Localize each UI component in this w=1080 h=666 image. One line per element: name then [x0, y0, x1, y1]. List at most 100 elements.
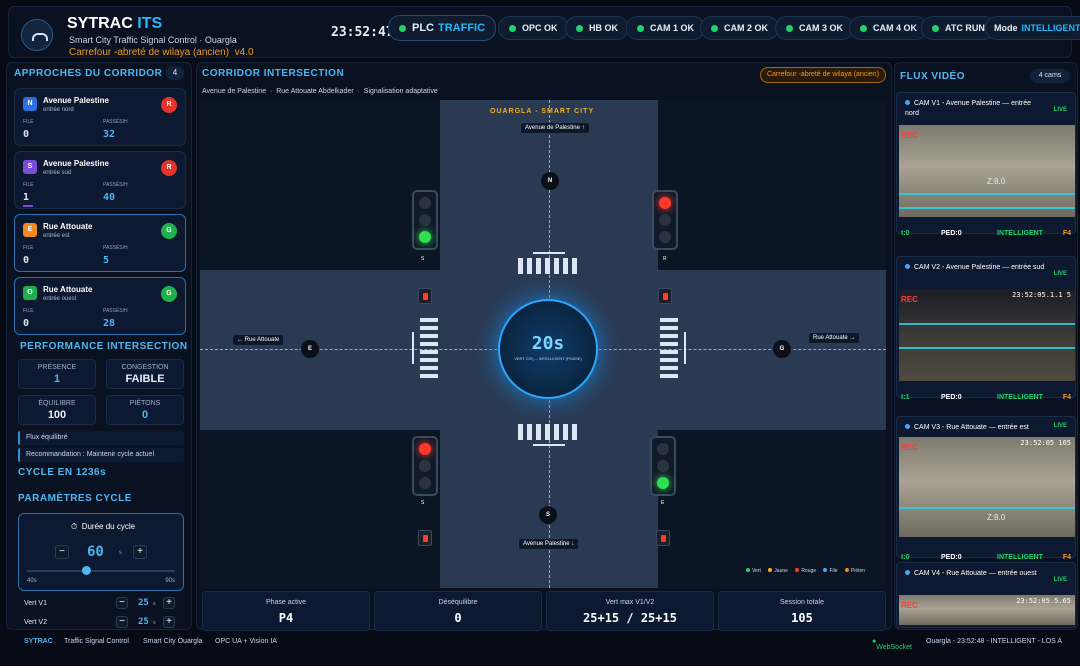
rec-indicator: REC [901, 443, 918, 452]
vert-v1-minus-button[interactable]: − [116, 597, 128, 609]
pass-label: PASSÉS/H [103, 182, 128, 188]
site-name: Carrefour -abreté de wilaya (ancien) v4.… [69, 47, 254, 58]
node-g[interactable]: G [773, 340, 791, 358]
cycle-plus-button[interactable]: + [133, 545, 147, 559]
camera-feed-2[interactable]: CAM V2 - Avenue Palestine — entrée sud L… [896, 256, 1076, 401]
status-dot-icon [786, 24, 793, 32]
timer-icon: ⏱ [71, 522, 78, 531]
file-value: 0 [23, 129, 30, 140]
file-label: FILE [23, 119, 34, 125]
kpi-equilibre: ÉQUILIBRE 100 [18, 395, 96, 425]
intersection-map: OUARGLA - SMART CITY Avenue de Palestine… [200, 100, 886, 588]
cam1-status-pill[interactable]: CAM 1 OK [626, 16, 706, 40]
params-title: PARAMÈTRES CYCLE [18, 493, 132, 504]
cam3-status-pill[interactable]: CAM 3 OK [775, 16, 855, 40]
breadcrumb-item[interactable]: Signalisation adaptative [364, 88, 438, 95]
approach-card-north[interactable]: N Avenue Palestine entrée nord R FILE PA… [14, 88, 186, 146]
brand-subtitle: Smart City Traffic Signal Control · Ouar… [69, 35, 237, 45]
approach-card-west[interactable]: O Rue Attouate entrée ouest G FILE PASSÉ… [14, 277, 186, 335]
breadcrumb-item[interactable]: Rue Attouate Abdelkader [276, 88, 353, 95]
approach-card-south[interactable]: S Avenue Palestine entrée sud R FILE PAS… [14, 151, 186, 209]
crosswalk-east [660, 318, 678, 380]
cam2-status-pill[interactable]: CAM 2 OK [700, 16, 780, 40]
cycle-slider-track[interactable] [27, 570, 175, 572]
cycle-duration-card: ⏱ Durée du cycle − 60 s + 40s 90s [18, 513, 184, 591]
cycle-slider-knob[interactable] [82, 566, 92, 575]
node-east[interactable]: E [301, 340, 319, 358]
opc-status-pill[interactable]: OPC OK [498, 16, 569, 40]
status-dot-icon [932, 24, 939, 32]
node-south[interactable]: S [539, 506, 557, 524]
status-dot-icon [509, 24, 516, 32]
hb-status-pill[interactable]: HB OK [565, 16, 629, 40]
vert-v2-minus-button[interactable]: − [116, 616, 128, 628]
detection-line [899, 347, 1075, 349]
approach-name: Avenue Palestine [43, 96, 109, 105]
slider-max-label: 90s [165, 578, 175, 584]
vert-v2-unit: s [153, 620, 156, 626]
camera-image: REC Z:8.0 [899, 125, 1075, 217]
camera-timestamp: 23:52:05.5.65 [1016, 597, 1071, 605]
vert-v1-plus-button[interactable]: + [163, 597, 175, 609]
stop-line [684, 332, 686, 364]
live-badge: LIVE [1053, 271, 1067, 277]
rec-indicator: REC [901, 295, 918, 304]
stat-desequilibre: Déséquilibre 0 [374, 591, 542, 631]
kpi-pietons: PIÉTONS 0 [106, 395, 184, 425]
traffic-light-north-east[interactable] [652, 190, 678, 250]
pedestrian-signal-icon [658, 288, 672, 304]
camera-feed-3[interactable]: CAM V3 - Rue Attouate — entrée est LIVE … [896, 416, 1076, 561]
approach-desc: entrée ouest [43, 296, 77, 302]
approach-state-badge: G [161, 223, 177, 239]
pass-label: PASSÉS/H [103, 119, 128, 125]
footer-status: Ouargla - 23:52:48 - INTELLIGENT - LOS A [926, 638, 1063, 645]
slider-min-label: 40s [27, 578, 37, 584]
cycle-value: 60 [87, 544, 104, 560]
signal-tag: S [421, 500, 425, 506]
vert-v1-label: Vert V1 [24, 600, 47, 607]
camera-feed-4[interactable]: CAM V4 - Rue Attouate — entrée ouest LIV… [896, 562, 1076, 628]
pass-label: PASSÉS/H [103, 245, 128, 251]
clock: 23:52:47 [331, 25, 394, 40]
approach-card-east[interactable]: E Rue Attouate entrée est G FILE PASSÉS/… [14, 214, 186, 272]
phase-timer-label: VERT CIS₁ -- INTELLIGENT (PHASE) [514, 356, 582, 361]
file-value: 0 [23, 318, 30, 329]
brand-title: SYTRAC ITS [67, 15, 163, 32]
live-badge: LIVE [1053, 577, 1067, 583]
pedestrian-signal-icon [418, 530, 432, 546]
camera-count-badge: 4 cams [1030, 69, 1070, 83]
cycle-duration-label: ⏱ Durée du cycle [71, 522, 136, 531]
websocket-status: ● WebSocket [872, 638, 912, 651]
rec-indicator: REC [901, 601, 918, 610]
live-badge: LIVE [1053, 423, 1067, 429]
vert-v2-label: Vert V2 [24, 619, 47, 626]
approach-name: Rue Attouate [43, 285, 93, 294]
status-dot-icon [399, 24, 406, 32]
approaches-count-badge: 4 [166, 66, 184, 80]
traffic-light-south-east[interactable] [650, 436, 676, 496]
traffic-light-north-west[interactable] [412, 190, 438, 250]
recommendation-note: Recommandation : Maintenir cycle actuel [18, 448, 184, 462]
map-legend: Vert Jaune Rouge File Piéton [740, 568, 865, 574]
west-road-label: ← Rue Attouate [232, 334, 285, 346]
approach-state-badge: G [161, 286, 177, 302]
breadcrumb-item[interactable]: Avenue de Palestine [202, 88, 266, 95]
detection-line [899, 193, 1075, 195]
cycle-minus-button[interactable]: − [55, 545, 69, 559]
vert-v1-unit: s [153, 601, 156, 607]
pass-value: 28 [103, 318, 116, 329]
camera-title: CAM V3 - Rue Attouate — entrée est [905, 423, 1045, 433]
camera-feed-1[interactable]: CAM V1 - Avenue Palestine — entrée nord … [896, 92, 1076, 237]
camera-title: CAM V4 - Rue Attouate — entrée ouest [905, 569, 1045, 579]
plc-status-pill[interactable]: PLC TRAFFIC [388, 15, 497, 41]
traffic-light-south-west[interactable] [412, 436, 438, 496]
pass-value: 5 [103, 255, 110, 266]
footer-brand: SYTRAC [24, 638, 53, 645]
cam4-status-pill[interactable]: CAM 4 OK [849, 16, 929, 40]
node-north[interactable]: N [541, 172, 559, 190]
vert-v2-plus-button[interactable]: + [163, 616, 175, 628]
file-value: 1 [23, 192, 30, 203]
approach-desc: entrée est [43, 233, 70, 239]
mode-pill[interactable]: Mode INTELLIGENT [985, 16, 1080, 40]
video-title: FLUX VIDÉO [900, 71, 966, 82]
